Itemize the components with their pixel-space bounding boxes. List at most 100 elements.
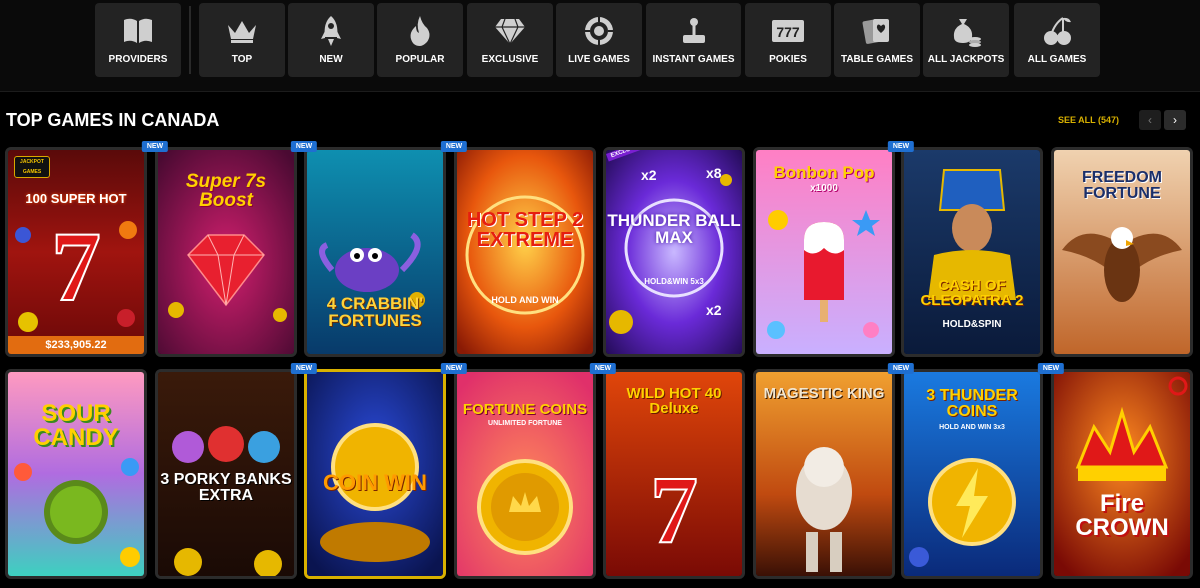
new-badge: NEW xyxy=(290,363,318,374)
nav-exclusive[interactable]: EXCLUSIVE xyxy=(467,3,553,77)
nav-label: TOP xyxy=(231,54,253,65)
nav-label: NEW xyxy=(319,54,343,65)
game-title: FREEDOM FORTUNE xyxy=(1082,169,1162,202)
nav-label: INSTANT GAMES xyxy=(652,54,735,65)
nav-label: ALL JACKPOTS xyxy=(927,54,1005,65)
flame-icon xyxy=(408,14,432,48)
nav-table-games[interactable]: TABLE GAMES xyxy=(834,3,920,77)
nav-live-games[interactable]: LIVE GAMES xyxy=(556,3,642,77)
new-badge: NEW xyxy=(1037,363,1065,374)
game-thumbnail[interactable]: Bonbon Pop x1000 xyxy=(753,147,895,357)
game-subtitle: HOLD&WIN 5x3 xyxy=(644,277,704,286)
game-thumbnail[interactable]: x2 x8 x2 EXCLUSIVE THUNDER BALL MAX HOLD&W… xyxy=(603,147,745,357)
nav-popular[interactable]: POPULAR xyxy=(377,3,463,77)
game-title: 4 CRABBIN' FORTUNES xyxy=(326,294,424,330)
nav-all-games[interactable]: ALL GAMES xyxy=(1014,3,1100,77)
nav-label: EXCLUSIVE xyxy=(481,54,539,65)
game-title: COIN WIN xyxy=(323,470,427,495)
game-title: MAGESTIC KING xyxy=(763,385,885,402)
nav-top[interactable]: TOP xyxy=(199,3,285,77)
game-subtitle: HOLD AND WIN 3x3 xyxy=(939,424,1005,431)
game-thumbnail[interactable]: FREEDOM FORTUNE xyxy=(1051,147,1193,357)
game-title: SOUR CANDY xyxy=(33,400,119,451)
new-badge: NEW xyxy=(887,363,915,374)
game-title: Fire CROWN xyxy=(1075,490,1169,541)
jackpot-amount: $233,905.22 xyxy=(8,336,144,354)
game-art xyxy=(756,372,892,576)
game-title: FORTUNE COINS xyxy=(462,401,588,418)
nav-pokies[interactable]: 777 POKIES xyxy=(745,3,831,77)
crown-icon xyxy=(225,14,259,48)
nav-providers[interactable]: PROVIDERS xyxy=(95,3,181,77)
nav-instant-games[interactable]: INSTANT GAMES xyxy=(646,3,741,77)
nav-all-jackpots[interactable]: ALL JACKPOTS xyxy=(923,3,1009,77)
game-art xyxy=(1054,372,1190,576)
nav-label: PROVIDERS xyxy=(108,54,168,65)
svg-text:x2: x2 xyxy=(641,167,657,183)
diamond-icon xyxy=(494,14,526,48)
chevron-left-icon: ‹ xyxy=(1148,113,1152,127)
game-thumbnail[interactable]: 3 PORKY BANKS EXTRA xyxy=(155,369,297,579)
chevron-right-icon: › xyxy=(1173,113,1177,127)
game-thumbnail[interactable]: CASH OF CLEOPATRA 2 HOLD&SPIN xyxy=(901,147,1043,357)
game-art: x2 x8 x2 xyxy=(606,150,742,354)
svg-text:x8: x8 xyxy=(706,165,722,181)
game-subtitle: HOLD AND WIN xyxy=(491,295,559,305)
see-all-link[interactable]: SEE ALL (547) xyxy=(1058,115,1119,125)
nav-label: ALL GAMES xyxy=(1027,54,1087,65)
new-badge: NEW xyxy=(290,141,318,152)
money-bag-icon xyxy=(949,14,983,48)
game-thumbnail[interactable]: Fire CROWN xyxy=(1051,369,1193,579)
new-badge: NEW xyxy=(440,141,468,152)
game-thumbnail[interactable]: Super 7s Boost xyxy=(155,147,297,357)
nav-label: LIVE GAMES xyxy=(568,54,630,65)
game-thumbnail[interactable]: 3 THUNDER COINS HOLD AND WIN 3x3 xyxy=(901,369,1043,579)
game-thumbnail[interactable]: SOUR CANDY xyxy=(5,369,147,579)
game-title: 3 THUNDER COINS xyxy=(926,387,1018,420)
game-title: 3 PORKY BANKS EXTRA xyxy=(160,471,292,504)
cherries-icon xyxy=(1041,14,1073,48)
game-art xyxy=(457,150,593,354)
new-badge: NEW xyxy=(887,141,915,152)
slot-777-icon: 777 xyxy=(771,14,805,48)
nav-label: POKIES xyxy=(769,54,807,65)
nav-new[interactable]: NEW xyxy=(288,3,374,77)
game-art: 7 xyxy=(8,150,144,354)
new-badge: NEW xyxy=(589,363,617,374)
rocket-icon xyxy=(319,14,343,48)
game-title: Super 7s Boost xyxy=(185,171,267,211)
prev-page-button[interactable]: ‹ xyxy=(1139,110,1161,130)
game-thumbnail[interactable]: COIN WIN xyxy=(304,369,446,579)
joystick-icon xyxy=(679,14,709,48)
game-thumbnail[interactable]: 7 JACKPOT GAMES 100 SUPER HOT $233,905.2… xyxy=(5,147,147,357)
game-thumbnail[interactable]: 7 WILD HOT 40 Deluxe xyxy=(603,369,745,579)
game-thumbnail[interactable]: MAGESTIC KING xyxy=(753,369,895,579)
game-title: HOT STEP 2 EXTREME xyxy=(466,209,584,251)
roulette-icon xyxy=(583,14,615,48)
game-subtitle: UNLIMITED FORTUNE xyxy=(488,420,562,427)
game-title: THUNDER BALL MAX xyxy=(607,211,741,247)
svg-text:777: 777 xyxy=(776,24,800,40)
new-badge: NEW xyxy=(440,363,468,374)
svg-text:7: 7 xyxy=(650,456,698,563)
book-icon xyxy=(121,14,155,48)
game-title: CASH OF CLEOPATRA 2 xyxy=(920,277,1024,309)
svg-text:7: 7 xyxy=(51,211,101,322)
provider-badge: JACKPOT GAMES xyxy=(14,156,50,178)
cards-icon xyxy=(861,14,893,48)
game-title: Bonbon Pop xyxy=(773,163,875,182)
nav-label: TABLE GAMES xyxy=(840,54,914,65)
svg-text:x2: x2 xyxy=(706,302,722,318)
next-page-button[interactable]: › xyxy=(1164,110,1186,130)
game-title: 100 SUPER HOT xyxy=(25,191,127,206)
nav-label: POPULAR xyxy=(395,54,445,65)
game-title: WILD HOT 40 Deluxe xyxy=(626,385,722,417)
game-thumbnail[interactable]: FORTUNE COINS UNLIMITED FORTUNE xyxy=(454,369,596,579)
game-subtitle: x1000 xyxy=(810,183,838,194)
game-thumbnail[interactable]: HOT STEP 2 EXTREME HOLD AND WIN xyxy=(454,147,596,357)
game-thumbnail[interactable]: 4 CRABBIN' FORTUNES xyxy=(304,147,446,357)
nav-divider xyxy=(189,6,191,74)
section-title: TOP GAMES IN CANADA xyxy=(6,110,220,130)
page: PROVIDERS TOP NEW POPULAR EXCLUSIVE LIVE… xyxy=(0,0,1200,588)
game-subtitle: HOLD&SPIN xyxy=(942,319,1002,330)
